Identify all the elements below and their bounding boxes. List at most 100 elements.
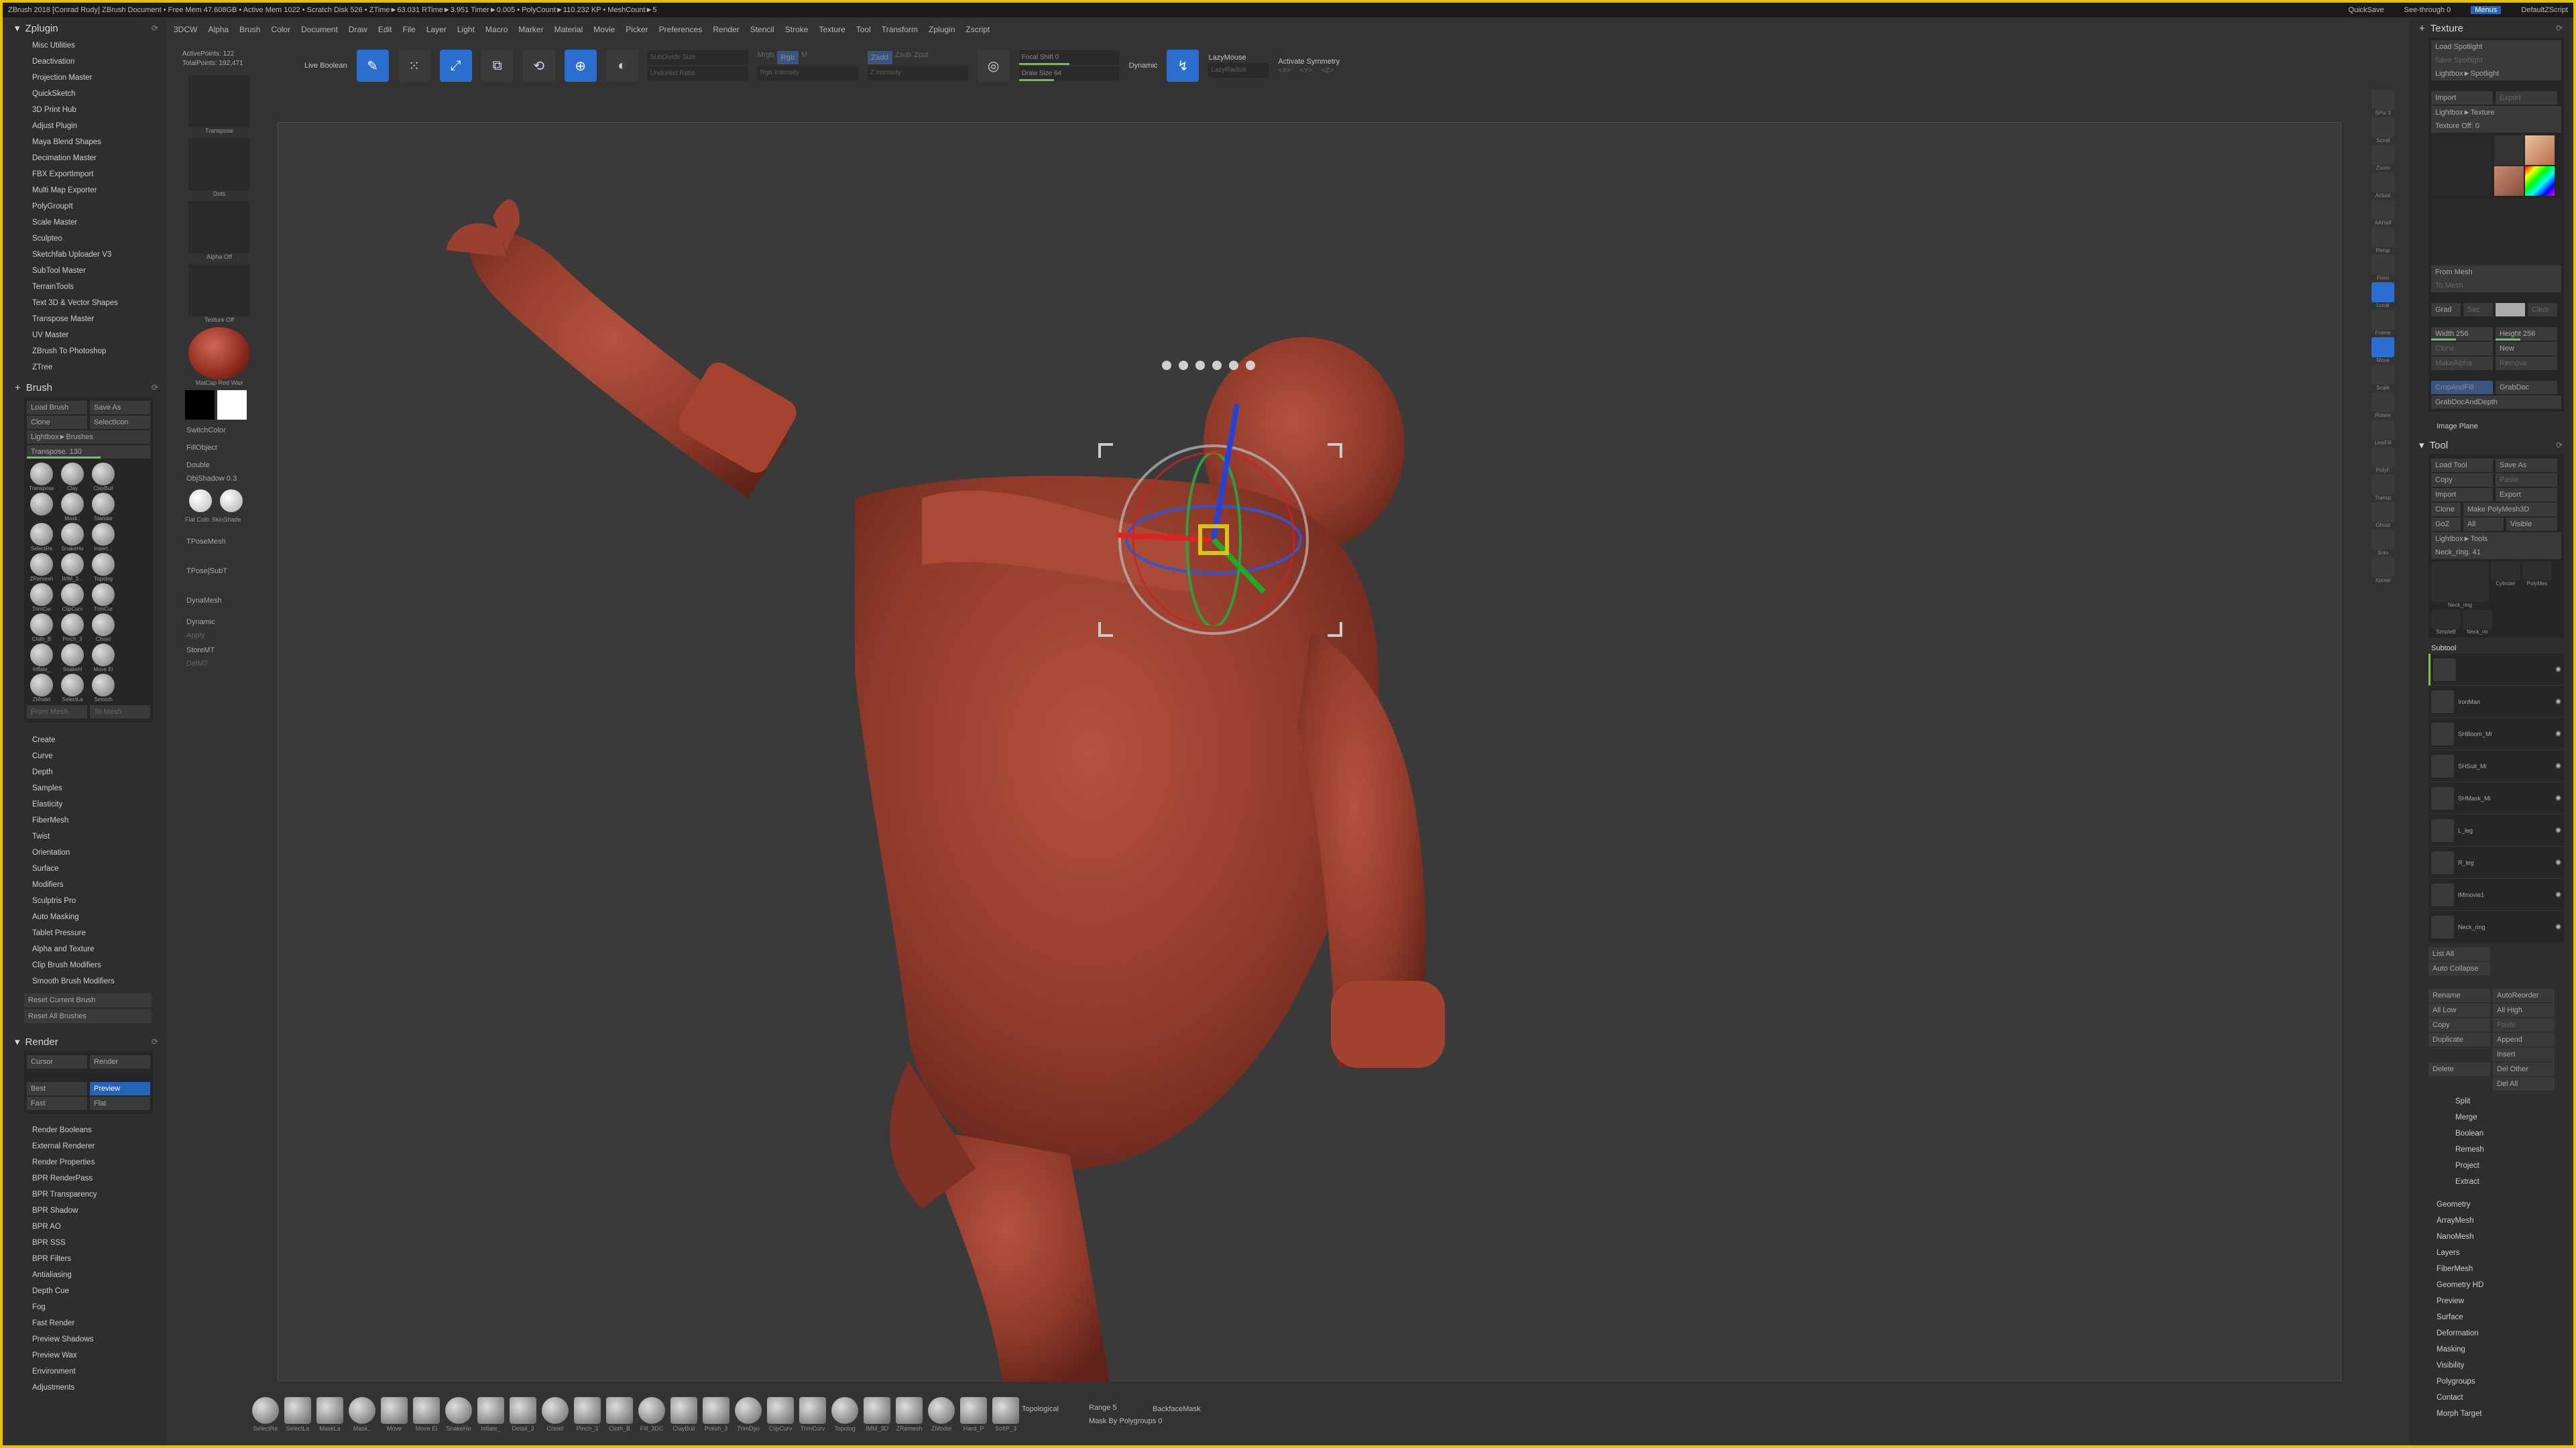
bottom-brush-zremesh[interactable]: ZRemesh bbox=[894, 1397, 924, 1432]
brush-topolog[interactable]: Topolog bbox=[89, 553, 118, 582]
bottom-brush-chisel[interactable]: Chisel bbox=[540, 1397, 570, 1432]
seethrough-slider[interactable]: See-through 0 bbox=[2404, 6, 2451, 14]
brush-zmodel[interactable]: ZModel bbox=[27, 674, 56, 703]
bottom-brush-move-el[interactable]: Move El bbox=[412, 1397, 441, 1432]
subtool-row[interactable]: SHBoom_Mi ◉ bbox=[2428, 718, 2564, 750]
texture-off-slider[interactable]: Texture Off: 0 bbox=[2431, 119, 2561, 133]
menu-tool[interactable]: Tool bbox=[856, 25, 871, 34]
right-shelf-spix-3[interactable]: SPix 3 bbox=[2363, 90, 2403, 116]
tool-palette-header[interactable]: ▾ Tool ⟳ bbox=[2410, 436, 2571, 455]
render-item-bpr-filters[interactable]: BPR Filters bbox=[5, 1251, 166, 1267]
clone-texture-button[interactable]: Clone bbox=[2431, 342, 2493, 355]
zplugin-item-3d-print-hub[interactable]: 3D Print Hub bbox=[5, 102, 166, 118]
storemt-button[interactable]: StoreMT bbox=[182, 644, 256, 657]
tool-section-visibility[interactable]: Visibility bbox=[2410, 1358, 2571, 1374]
eye-icon[interactable]: ◉ bbox=[2555, 827, 2561, 834]
tool-section-morph-target[interactable]: Morph Target bbox=[2410, 1406, 2571, 1422]
brush-inflate[interactable]: Inflate_ bbox=[27, 644, 56, 672]
right-shelf-zoom[interactable]: Zoom bbox=[2363, 145, 2403, 171]
menu-stroke[interactable]: Stroke bbox=[785, 25, 809, 34]
brush-transpose-slider[interactable]: Transpose. 130 bbox=[27, 445, 150, 459]
menu-texture[interactable]: Texture bbox=[819, 25, 845, 34]
menu-file[interactable]: File bbox=[403, 25, 416, 34]
menus-toggle[interactable]: Menus bbox=[2471, 6, 2502, 14]
bottom-brush-trimdyn[interactable]: TrimDyn bbox=[734, 1397, 763, 1432]
lightbox-tools-button[interactable]: Lightbox►Tools bbox=[2431, 532, 2561, 546]
brush-snakeho[interactable]: SnakeHo bbox=[58, 523, 87, 552]
render-item-adjustments[interactable]: Adjustments bbox=[5, 1380, 166, 1396]
subdivide-size-slider[interactable]: SubDivide Size bbox=[647, 50, 748, 65]
bottom-brush-mask[interactable]: Mask.. bbox=[347, 1397, 377, 1432]
bottom-brush-clipcurv[interactable]: ClipCurv bbox=[766, 1397, 795, 1432]
tool-section-polygroups[interactable]: Polygroups bbox=[2410, 1374, 2571, 1390]
texture-thumb[interactable] bbox=[2494, 166, 2524, 196]
brush-claybuil[interactable]: ClayBuil bbox=[89, 463, 118, 491]
subtool-row[interactable]: IMmovie1 ◉ bbox=[2428, 879, 2564, 911]
tposesubt-button[interactable]: TPose|SubT bbox=[182, 564, 256, 578]
selecticon-button[interactable]: SelectIcon bbox=[90, 416, 150, 429]
backface-mask-toggle[interactable]: BackfaceMask bbox=[1153, 1405, 1201, 1413]
tool-section-masking[interactable]: Masking bbox=[2410, 1341, 2571, 1358]
right-shelf-persp[interactable]: Persp bbox=[2363, 227, 2403, 253]
brush-section-depth[interactable]: Depth bbox=[5, 764, 166, 780]
all-low-button[interactable]: All Low bbox=[2428, 1004, 2490, 1017]
brush-move-el[interactable]: Move El bbox=[89, 644, 118, 672]
lightbox-brushes-button[interactable]: Lightbox►Brushes bbox=[27, 430, 150, 444]
gizmo-button[interactable]: ⊕ bbox=[564, 50, 597, 82]
autoreorder-button[interactable]: AutoReorder bbox=[2493, 989, 2555, 1002]
right-shelf-frame[interactable]: Frame bbox=[2363, 310, 2403, 336]
render-item-bpr-renderpass[interactable]: BPR RenderPass bbox=[5, 1170, 166, 1187]
zplugin-item-terraintools[interactable]: TerrainTools bbox=[5, 279, 166, 295]
tool-thumb-polymes[interactable]: PolyMes bbox=[2522, 562, 2552, 608]
tool-section-preview[interactable]: Preview bbox=[2410, 1293, 2571, 1309]
tool-section-geometry[interactable]: Geometry bbox=[2410, 1197, 2571, 1213]
zplugin-item-adjust-plugin[interactable]: Adjust Plugin bbox=[5, 118, 166, 134]
scale-mode-button[interactable]: ⧉ bbox=[481, 50, 514, 82]
subtool-op-extract[interactable]: Extract bbox=[2428, 1174, 2564, 1190]
zplugin-item-maya-blend-shapes[interactable]: Maya Blend Shapes bbox=[5, 134, 166, 150]
bottom-brush-selectla[interactable]: SelectLa bbox=[283, 1397, 312, 1432]
paste-subtool-button[interactable]: Paste bbox=[2493, 1018, 2555, 1032]
render-button[interactable]: Render bbox=[90, 1055, 150, 1069]
render-item-fast-render[interactable]: Fast Render bbox=[5, 1315, 166, 1331]
quicksave-button[interactable]: QuickSave bbox=[2348, 6, 2384, 14]
brush-section-curve[interactable]: Curve bbox=[5, 748, 166, 764]
flat-color-material[interactable] bbox=[189, 489, 212, 512]
texture-thumb[interactable] bbox=[2525, 166, 2555, 196]
dynamic-button[interactable]: Dynamic bbox=[182, 615, 256, 629]
brush-pinch-3[interactable]: Pinch_3 bbox=[58, 613, 87, 642]
lazymouse-button[interactable]: ↯ bbox=[1167, 50, 1199, 82]
zplugin-item-deactivation[interactable]: Deactivation bbox=[5, 54, 166, 70]
menu-brush[interactable]: Brush bbox=[239, 25, 260, 34]
bottom-brush-claybuil[interactable]: ClayBuil bbox=[669, 1397, 699, 1432]
new-texture-button[interactable]: New bbox=[2496, 342, 2557, 355]
from-mesh-button[interactable]: From Mesh bbox=[2431, 265, 2561, 279]
zplugin-item-zbrush-to-photoshop[interactable]: ZBrush To Photoshop bbox=[5, 343, 166, 359]
render-best-button[interactable]: Best bbox=[27, 1082, 87, 1095]
right-shelf-floor[interactable]: Floor bbox=[2363, 255, 2403, 281]
menu-document[interactable]: Document bbox=[301, 25, 338, 34]
rotate-mode-button[interactable]: ⟲ bbox=[522, 50, 555, 82]
bottom-brush-selectre[interactable]: SelectRe bbox=[251, 1397, 280, 1432]
secondary-color-swatch[interactable] bbox=[185, 390, 215, 420]
menu-marker[interactable]: Marker bbox=[518, 25, 543, 34]
make-alpha-button[interactable]: MakeAlpha bbox=[2431, 357, 2493, 370]
lightbox-texture-button[interactable]: Lightbox►Texture bbox=[2431, 106, 2561, 119]
menu-preferences[interactable]: Preferences bbox=[659, 25, 703, 34]
remove-texture-button[interactable]: Remove bbox=[2496, 357, 2557, 370]
skinshade-material[interactable] bbox=[220, 489, 243, 512]
subtool-op-project[interactable]: Project bbox=[2428, 1158, 2564, 1174]
render-palette-header[interactable]: ▾ Render ⟳ bbox=[5, 1032, 166, 1051]
texture-thumb[interactable] bbox=[2525, 135, 2555, 165]
clone-brush-button[interactable]: Clone bbox=[27, 416, 87, 429]
brush-standar[interactable]: Standar bbox=[89, 493, 118, 522]
duplicate-button[interactable]: Duplicate bbox=[2428, 1033, 2490, 1046]
auto-collapse-button[interactable]: Auto Collapse bbox=[2428, 962, 2490, 975]
cropfill-button[interactable]: CropAndFill bbox=[2431, 381, 2493, 394]
eye-icon[interactable]: ◉ bbox=[2555, 794, 2561, 802]
bottom-brush-move[interactable]: Move bbox=[379, 1397, 409, 1432]
texture-import-button[interactable]: Import bbox=[2431, 91, 2493, 105]
render-item-bpr-transparency[interactable]: BPR Transparency bbox=[5, 1187, 166, 1203]
double-button[interactable]: Double bbox=[182, 459, 256, 472]
tposemesh-button[interactable]: TPoseMesh bbox=[182, 535, 256, 548]
